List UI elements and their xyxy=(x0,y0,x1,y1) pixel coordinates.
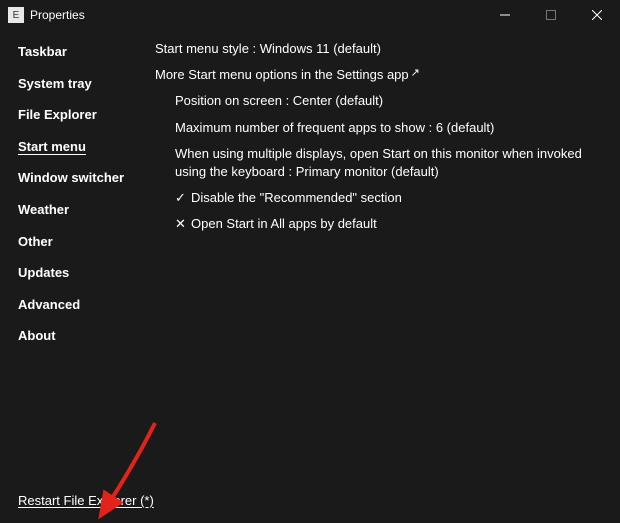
sidebar-item-taskbar[interactable]: Taskbar xyxy=(18,36,155,68)
maximize-button[interactable] xyxy=(528,0,574,30)
max-frequent-setting[interactable]: Maximum number of frequent apps to show … xyxy=(155,115,602,141)
multi-display-setting[interactable]: When using multiple displays, open Start… xyxy=(155,141,602,185)
sidebar-item-weather[interactable]: Weather xyxy=(18,194,155,226)
sidebar-item-window-switcher[interactable]: Window switcher xyxy=(18,162,155,194)
sidebar: Taskbar System tray File Explorer Start … xyxy=(0,30,155,522)
start-menu-style-setting[interactable]: Start menu style : Windows 11 (default) xyxy=(155,36,602,62)
restart-explorer-link[interactable]: Restart File Explorer (*) xyxy=(18,493,154,508)
sidebar-item-updates[interactable]: Updates xyxy=(18,257,155,289)
close-button[interactable] xyxy=(574,0,620,30)
open-all-apps-toggle[interactable]: ✕ Open Start in All apps by default xyxy=(155,211,602,237)
minimize-button[interactable] xyxy=(482,0,528,30)
position-label: Position on screen : Center (default) xyxy=(175,92,383,110)
sidebar-item-system-tray[interactable]: System tray xyxy=(18,68,155,100)
check-icon: ✓ xyxy=(175,189,191,207)
x-icon: ✕ xyxy=(175,215,191,233)
window-controls xyxy=(482,0,620,30)
external-link-icon: ↗ xyxy=(411,66,420,81)
sidebar-item-about[interactable]: About xyxy=(18,320,155,352)
sidebar-item-advanced[interactable]: Advanced xyxy=(18,289,155,321)
sidebar-item-start-menu[interactable]: Start menu xyxy=(18,131,155,163)
sidebar-item-other[interactable]: Other xyxy=(18,226,155,258)
start-menu-style-label: Start menu style : Windows 11 (default) xyxy=(155,40,381,58)
sidebar-item-file-explorer[interactable]: File Explorer xyxy=(18,99,155,131)
titlebar: E Properties xyxy=(0,0,620,30)
more-options-label: More Start menu options in the Settings … xyxy=(155,66,409,84)
main-panel: Start menu style : Windows 11 (default) … xyxy=(155,30,620,522)
window-title: Properties xyxy=(30,8,85,22)
disable-recommended-label: Disable the "Recommended" section xyxy=(191,189,402,207)
multi-display-label: When using multiple displays, open Start… xyxy=(175,145,602,181)
content-area: Taskbar System tray File Explorer Start … xyxy=(0,30,620,522)
app-icon: E xyxy=(8,7,24,23)
position-setting[interactable]: Position on screen : Center (default) xyxy=(155,88,602,114)
more-options-link[interactable]: More Start menu options in the Settings … xyxy=(155,62,602,88)
max-frequent-label: Maximum number of frequent apps to show … xyxy=(175,119,494,137)
open-all-apps-label: Open Start in All apps by default xyxy=(191,215,377,233)
disable-recommended-toggle[interactable]: ✓ Disable the "Recommended" section xyxy=(155,185,602,211)
